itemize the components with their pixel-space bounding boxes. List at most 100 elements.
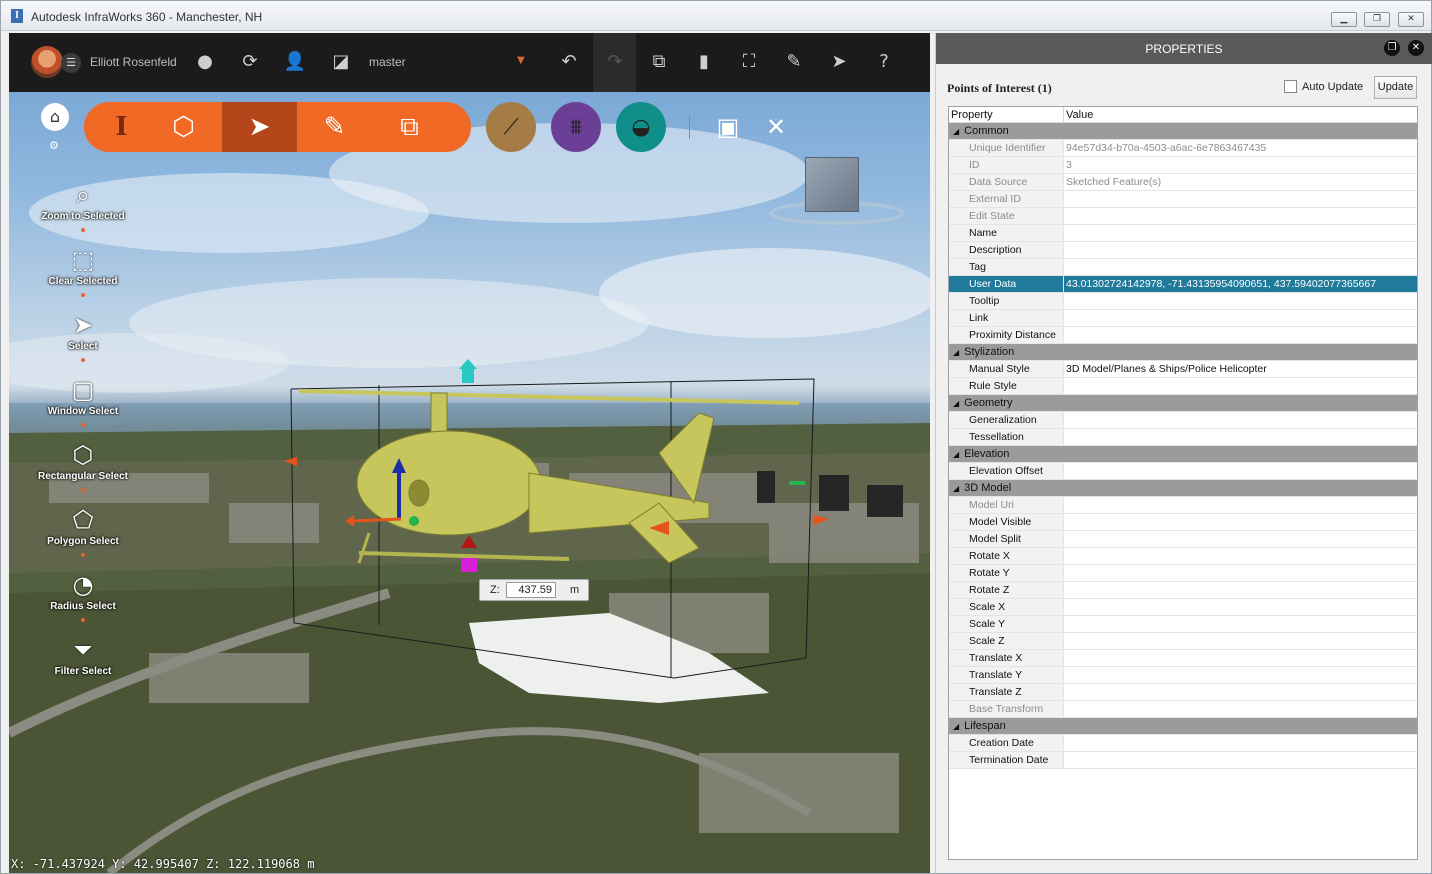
property-value[interactable] [1064,667,1417,683]
property-row-id[interactable]: ID 3 [949,157,1417,174]
property-row-rotate-x[interactable]: Rotate X [949,548,1417,565]
minimize-button[interactable]: ▁ [1331,12,1357,27]
category-3d-model[interactable]: ◢ 3D Model [949,480,1417,497]
property-value[interactable] [1064,650,1417,666]
redo-icon[interactable]: ↷ [603,50,627,74]
property-row-unique-identifier[interactable]: Unique Identifier 94e57d34-b70a-4503-a6ac… [949,140,1417,157]
property-row-elevation-offset[interactable]: Elevation Offset [949,463,1417,480]
property-grid[interactable]: Property Value ◢ Common Unique Identifier 9… [948,106,1418,860]
property-value[interactable] [1064,684,1417,700]
filter-select-tool[interactable]: ⏷ Filter Select [23,634,143,677]
property-value[interactable] [1064,582,1417,598]
select-mode-button[interactable]: ➤ [222,102,297,152]
user-icon[interactable]: 👤 [283,50,307,74]
property-row-tag[interactable]: Tag [949,259,1417,276]
property-value[interactable] [1064,242,1417,258]
property-row-scale-y[interactable]: Scale Y [949,616,1417,633]
analyze-button[interactable]: ⧉ [372,102,447,152]
clear-selected-tool[interactable]: ⬚ Clear Selected [23,244,143,297]
branch-selector[interactable]: master [369,55,406,69]
property-row-tooltip[interactable]: Tooltip [949,293,1417,310]
collapse-triangle-icon[interactable]: ◢ [953,722,959,731]
property-value[interactable] [1064,327,1417,343]
property-row-creation-date[interactable]: Creation Date [949,735,1417,752]
pointer-icon[interactable]: ➤ [827,50,851,74]
property-value[interactable]: 94e57d34-b70a-4503-a6ac-6e7863467435 [1064,140,1417,156]
property-value[interactable] [1064,548,1417,564]
help-icon[interactable]: ? [872,50,896,74]
property-row-scale-x[interactable]: Scale X [949,599,1417,616]
rectangular-select-tool[interactable]: ⬡ Rectangular Select [23,439,143,492]
category-stylization[interactable]: ◢ Stylization [949,344,1417,361]
property-row-base-transform[interactable]: Base Transform [949,701,1417,718]
property-value[interactable] [1064,616,1417,632]
category-common[interactable]: ◢ Common [949,123,1417,140]
property-value[interactable] [1064,531,1417,547]
polygon-select-tool[interactable]: ⬠ Polygon Select [23,504,143,557]
sketch-button[interactable]: ✎ [297,102,372,152]
property-value[interactable] [1064,752,1417,768]
checkbox-icon[interactable] [1284,80,1297,93]
property-row-rotate-z[interactable]: Rotate Z [949,582,1417,599]
maximize-button[interactable]: ❐ [1364,12,1390,27]
property-value[interactable] [1064,463,1417,479]
property-value[interactable]: 43.01302724142978, -71.43135954090651, 4… [1064,276,1417,292]
property-value[interactable] [1064,429,1417,445]
property-value[interactable] [1064,497,1417,513]
property-value[interactable]: 3 [1064,157,1417,173]
home-icon[interactable]: ⌂ [41,103,69,131]
property-row-scale-z[interactable]: Scale Z [949,633,1417,650]
collapse-triangle-icon[interactable]: ◢ [953,127,959,136]
property-row-rule-style[interactable]: Rule Style [949,378,1417,395]
presentation-icon[interactable]: ▣ [713,112,743,142]
book-icon[interactable]: ▮ [692,50,716,74]
close-icon[interactable]: ✕ [1408,40,1424,56]
property-row-user-data[interactable]: User Data 43.01302724142978, -71.43135954… [949,276,1417,293]
property-row-proximity-distance[interactable]: Proximity Distance [949,327,1417,344]
property-row-description[interactable]: Description [949,242,1417,259]
property-row-translate-x[interactable]: Translate X [949,650,1417,667]
radius-select-tool[interactable]: ◔ Radius Select [23,569,143,622]
property-value[interactable] [1064,735,1417,751]
menu-icon[interactable]: ☰ [61,53,81,73]
layers-icon[interactable]: ⧉ [647,50,671,74]
sync-icon[interactable]: ⟳ [238,50,262,74]
property-value[interactable]: Sketched Feature(s) [1064,174,1417,190]
window-select-tool[interactable]: ▢ Window Select [23,374,143,427]
restore-icon[interactable]: ❐ [1384,40,1400,56]
settings-tools-icon[interactable]: ✕ [761,112,791,142]
z-value-field[interactable]: 437.59 [506,582,556,598]
value-column-header[interactable]: Value [1064,107,1417,122]
property-value[interactable] [1064,191,1417,207]
fullscreen-icon[interactable]: ⛶ [737,50,761,74]
property-value[interactable] [1064,293,1417,309]
property-value[interactable] [1064,208,1417,224]
chevron-down-icon[interactable]: ▼ [517,55,525,66]
property-value[interactable] [1064,310,1417,326]
property-value[interactable] [1064,633,1417,649]
close-button[interactable]: ✕ [1398,12,1424,27]
property-value[interactable] [1064,259,1417,275]
collapse-triangle-icon[interactable]: ◢ [953,399,959,408]
property-row-model-split[interactable]: Model Split [949,531,1417,548]
gear-icon[interactable]: ⚙ [49,139,59,152]
property-value[interactable] [1064,514,1417,530]
property-row-model-visible[interactable]: Model Visible [949,514,1417,531]
property-row-manual-style[interactable]: Manual Style 3D Model/Planes & Ships/Poli… [949,361,1417,378]
z-elevation-input[interactable]: Z: 437.59 m [479,579,589,601]
property-row-generalization[interactable]: Generalization [949,412,1417,429]
property-value[interactable] [1064,225,1417,241]
avatar[interactable] [31,46,63,78]
property-row-edit-state[interactable]: Edit State [949,208,1417,225]
property-row-translate-y[interactable]: Translate Y [949,667,1417,684]
property-row-tessellation[interactable]: Tessellation [949,429,1417,446]
property-value[interactable] [1064,599,1417,615]
property-row-model-uri[interactable]: Model Uri [949,497,1417,514]
property-row-data-source[interactable]: Data Source Sketched Feature(s) [949,174,1417,191]
property-value[interactable] [1064,701,1417,717]
user-name[interactable]: Elliott Rosenfeld [90,55,177,69]
property-row-termination-date[interactable]: Termination Date [949,752,1417,769]
property-row-name[interactable]: Name [949,225,1417,242]
property-column-header[interactable]: Property [949,107,1064,122]
select-tool[interactable]: ➤ Select [23,309,143,362]
